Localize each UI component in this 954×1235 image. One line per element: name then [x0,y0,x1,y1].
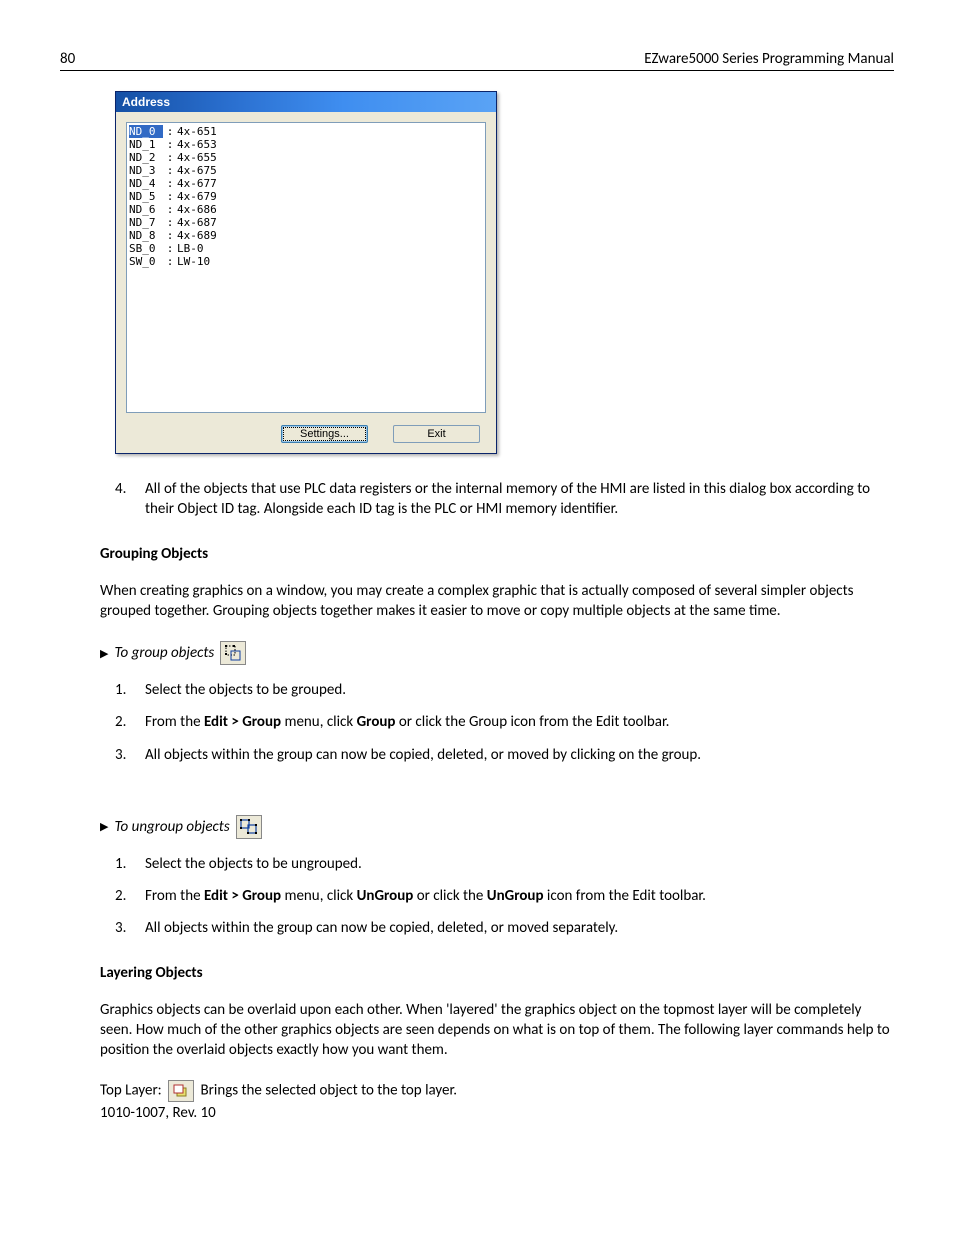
triangle-icon: ▶ [100,820,108,833]
task-label: To ungroup objects [114,818,229,836]
item-number: 4. [115,479,145,520]
row-id: ND_1 [129,138,163,151]
row-id: ND_7 [129,216,163,229]
address-dialog: Address ND_0: 4x-651ND_1: 4x-653ND_2: 4x… [115,91,497,454]
row-id: ND_4 [129,177,163,190]
manual-title: EZware5000 Series Programming Manual [644,50,894,68]
item-number: 2. [115,886,145,906]
item-number: 1. [115,854,145,874]
address-listbox[interactable]: ND_0: 4x-651ND_1: 4x-653ND_2: 4x-655ND_3… [126,122,486,413]
row-value: 4x-679 [177,190,217,203]
row-id: ND_2 [129,151,163,164]
page-number: 80 [60,50,75,68]
list-item: 3.All objects within the group can now b… [115,745,894,765]
list-item: 2.From the Edit > Group menu, click Grou… [115,712,894,732]
list-item[interactable]: SW_0: LW-10 [129,255,483,268]
exit-button[interactable]: Exit [393,425,480,443]
list-item: 1.Select the objects to be ungrouped. [115,854,894,874]
row-value: 4x-686 [177,203,217,216]
row-value: 4x-655 [177,151,217,164]
to-ungroup-task: ▶ To ungroup objects [100,815,894,839]
list-item[interactable]: ND_1: 4x-653 [129,138,483,151]
row-id: SW_0 [129,255,163,268]
top-layer-line: Top Layer: Brings the selected object to… [100,1080,894,1102]
row-id: ND_0 [129,125,163,138]
to-group-task: ▶ To group objects [100,641,894,665]
top-layer-icon [168,1080,194,1102]
list-item[interactable]: ND_7: 4x-687 [129,216,483,229]
list-item[interactable]: ND_0: 4x-651 [129,125,483,138]
item-number: 3. [115,745,145,765]
item-text: From the Edit > Group menu, click Group … [145,712,669,732]
page-header: 80 EZware5000 Series Programming Manual [60,50,894,71]
row-id: ND_3 [129,164,163,177]
list-item: 3.All objects within the group can now b… [115,918,894,938]
item-number: 2. [115,712,145,732]
list-item[interactable]: SB_0: LB-0 [129,242,483,255]
item-text: All objects within the group can now be … [145,745,701,765]
footer-rev: 1010-1007, Rev. 10 [100,1104,894,1122]
task-label: To group objects [114,644,214,662]
item-text: All objects within the group can now be … [145,918,618,938]
row-value: 4x-651 [177,125,217,138]
row-value: 4x-653 [177,138,217,151]
item-number: 1. [115,680,145,700]
row-id: ND_8 [129,229,163,242]
item-text: Select the objects to be grouped. [145,680,346,700]
item-text: All of the objects that use PLC data reg… [145,479,894,520]
list-item[interactable]: ND_8: 4x-689 [129,229,483,242]
row-value: 4x-687 [177,216,217,229]
list-item[interactable]: ND_4: 4x-677 [129,177,483,190]
dialog-body: ND_0: 4x-651ND_1: 4x-653ND_2: 4x-655ND_3… [116,112,496,453]
top-layer-label: Top Layer: [100,1082,162,1100]
list-item[interactable]: ND_6: 4x-686 [129,203,483,216]
row-value: 4x-689 [177,229,217,242]
item-text: From the Edit > Group menu, click UnGrou… [145,886,706,906]
item-text: Select the objects to be ungrouped. [145,854,362,874]
grouping-para: When creating graphics on a window, you … [100,581,894,622]
layering-para: Graphics objects can be overlaid upon ea… [100,1000,894,1061]
item-number: 3. [115,918,145,938]
dialog-titlebar: Address [116,92,496,112]
list-item[interactable]: ND_5: 4x-679 [129,190,483,203]
list-item: 2.From the Edit > Group menu, click UnGr… [115,886,894,906]
layering-heading: Layering Objects [100,964,894,982]
list-item: 1.Select the objects to be grouped. [115,680,894,700]
settings-button[interactable]: Settings... [281,425,368,443]
triangle-icon: ▶ [100,647,108,660]
row-id: ND_5 [129,190,163,203]
row-id: ND_6 [129,203,163,216]
row-id: SB_0 [129,242,163,255]
ungroup-icon [236,815,262,839]
list-item: 4. All of the objects that use PLC data … [115,479,894,520]
group-icon [220,641,246,665]
row-value: 4x-677 [177,177,217,190]
list-item[interactable]: ND_2: 4x-655 [129,151,483,164]
row-value: LB-0 [177,242,204,255]
grouping-heading: Grouping Objects [100,545,894,563]
row-value: 4x-675 [177,164,217,177]
top-layer-desc: Brings the selected object to the top la… [201,1082,458,1100]
list-item[interactable]: ND_3: 4x-675 [129,164,483,177]
row-value: LW-10 [177,255,210,268]
